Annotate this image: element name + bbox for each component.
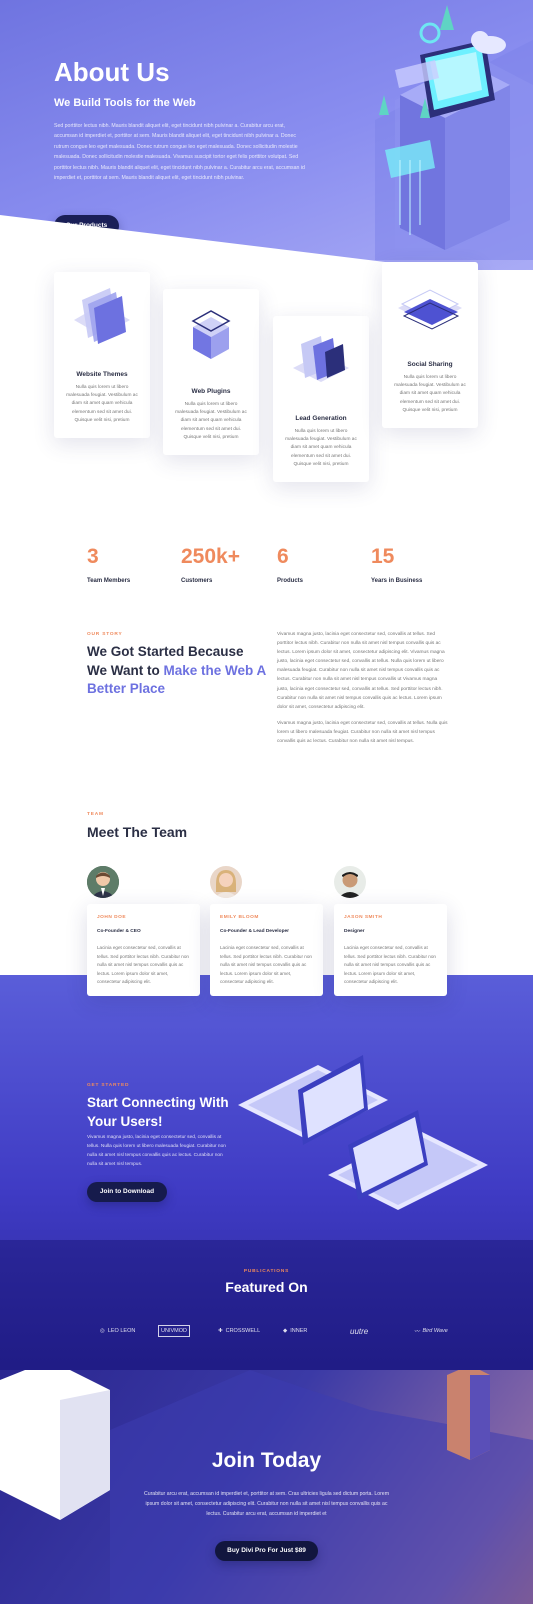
feature-text: Nulla quis lorem ut libero malesuada feu… (66, 385, 138, 423)
join-illustration (0, 1370, 533, 1604)
cta-heading: Start Connecting With Your Users! (87, 1095, 229, 1129)
feature-title: Website Themes (76, 371, 128, 378)
stat-label: Customers (181, 578, 213, 584)
feature-card-website-themes[interactable]: Website Themes Nulla quis lorem ut liber… (54, 272, 150, 438)
join-background (0, 1370, 533, 1604)
team-card: EMILY BLOOM Co-Founder & Lead Developer … (210, 904, 323, 996)
member-name: JASON SMITH (344, 915, 383, 920)
funnel-icon (293, 336, 349, 382)
member-role: Designer (344, 929, 365, 934)
buy-divi-pro-button[interactable]: Buy Divi Pro For Just $89 (215, 1541, 318, 1561)
stat-value: 3 (87, 545, 99, 568)
stat-value: 250k+ (181, 545, 240, 568)
hero-section: About Us We Build Tools for the Web Sed … (0, 0, 533, 270)
diamond-logo-icon: ◆ (283, 1328, 288, 1334)
story-paragraph: Vivamus magna justo, lacinia eget consec… (277, 721, 448, 745)
member-role: Co-Founder & Lead Developer (220, 929, 290, 934)
cube-icon (191, 310, 231, 359)
circle-logo-icon: ◎ (100, 1328, 105, 1334)
story-paragraph: Vivamus magna justo, lacinia eget consec… (277, 632, 445, 710)
bird-logo-icon: 〰 (414, 1329, 420, 1335)
publication-logo[interactable]: ✚ CROSSWELL (218, 1325, 260, 1337)
feature-text: Nulla quis lorem ut libero malesuada feu… (285, 429, 357, 467)
feature-title: Social Sharing (407, 361, 453, 368)
join-text: Curabitur arcu erat, accumsan id imperdi… (143, 1491, 390, 1518)
feature-text: Nulla quis lorem ut libero malesuada feu… (175, 402, 247, 440)
story-heading: We Got Started Because We Want to Make t… (87, 643, 267, 699)
hero-description: Sed porttitor lectus nibh. Mauris blandi… (54, 123, 305, 182)
feature-text: Nulla quis lorem ut libero malesuada feu… (394, 375, 466, 413)
member-bio: Lacinia eget consectetur sed, convallis … (97, 945, 189, 985)
publication-logo[interactable]: uutre (350, 1325, 368, 1337)
story-eyebrow: OUR STORY (87, 632, 123, 637)
tablet-icon (398, 289, 462, 330)
team-card: JASON SMITH Designer Lacinia eget consec… (334, 904, 447, 996)
publication-logo[interactable]: ◎ LEO LEON (100, 1325, 135, 1337)
publication-logo[interactable]: ◆ INNER (283, 1325, 307, 1337)
member-name: EMILY BLOOM (220, 915, 259, 920)
stat-value: 15 (371, 545, 395, 568)
publications-heading: Featured On (225, 1279, 308, 1295)
feature-card-lead-generation[interactable]: Lead Generation Nulla quis lorem ut libe… (273, 316, 369, 482)
member-bio: Lacinia eget consectetur sed, convallis … (220, 945, 312, 985)
page-title: About Us (54, 57, 170, 87)
layers-icon (74, 288, 130, 344)
hero-subtitle: We Build Tools for the Web (54, 97, 196, 109)
avatar (87, 866, 119, 898)
member-role: Co-Founder & CEO (97, 929, 141, 934)
feature-title: Lead Generation (295, 415, 347, 422)
team-card: JOHN DOE Co-Founder & CEO Lacinia eget c… (87, 904, 200, 996)
avatar (210, 866, 242, 898)
team-eyebrow: TEAM (87, 812, 104, 817)
cta-text: Vivamus magna justo, lacinia eget consec… (87, 1135, 226, 1168)
team-heading: Meet The Team (87, 824, 188, 840)
stat-value: 6 (277, 545, 289, 568)
feature-title: Web Plugins (191, 388, 231, 395)
publication-logo[interactable]: 〰 Bird Wave (414, 1325, 448, 1337)
join-to-download-button[interactable]: Join to Download (87, 1182, 167, 1202)
publications-background (0, 1240, 533, 1380)
publication-logo[interactable]: UNIVMOD (158, 1325, 190, 1337)
stat-label: Team Members (87, 578, 131, 584)
feature-card-web-plugins[interactable]: Web Plugins Nulla quis lorem ut libero m… (163, 289, 259, 455)
join-heading: Join Today (211, 1449, 322, 1472)
member-name: JOHN DOE (97, 915, 127, 920)
publications-eyebrow: PUBLICATIONS (243, 1269, 290, 1274)
stat-label: Years in Business (371, 578, 423, 584)
hero-illustration (375, 5, 533, 260)
cross-logo-icon: ✚ (218, 1328, 223, 1334)
cta-eyebrow: GET STARTED (87, 1083, 130, 1088)
laptop-illustration (238, 1055, 488, 1210)
avatar (334, 866, 366, 898)
stat-label: Products (277, 578, 304, 584)
member-bio: Lacinia eget consectetur sed, convallis … (344, 945, 436, 985)
feature-card-social-sharing[interactable]: Social Sharing Nulla quis lorem ut liber… (382, 262, 478, 428)
